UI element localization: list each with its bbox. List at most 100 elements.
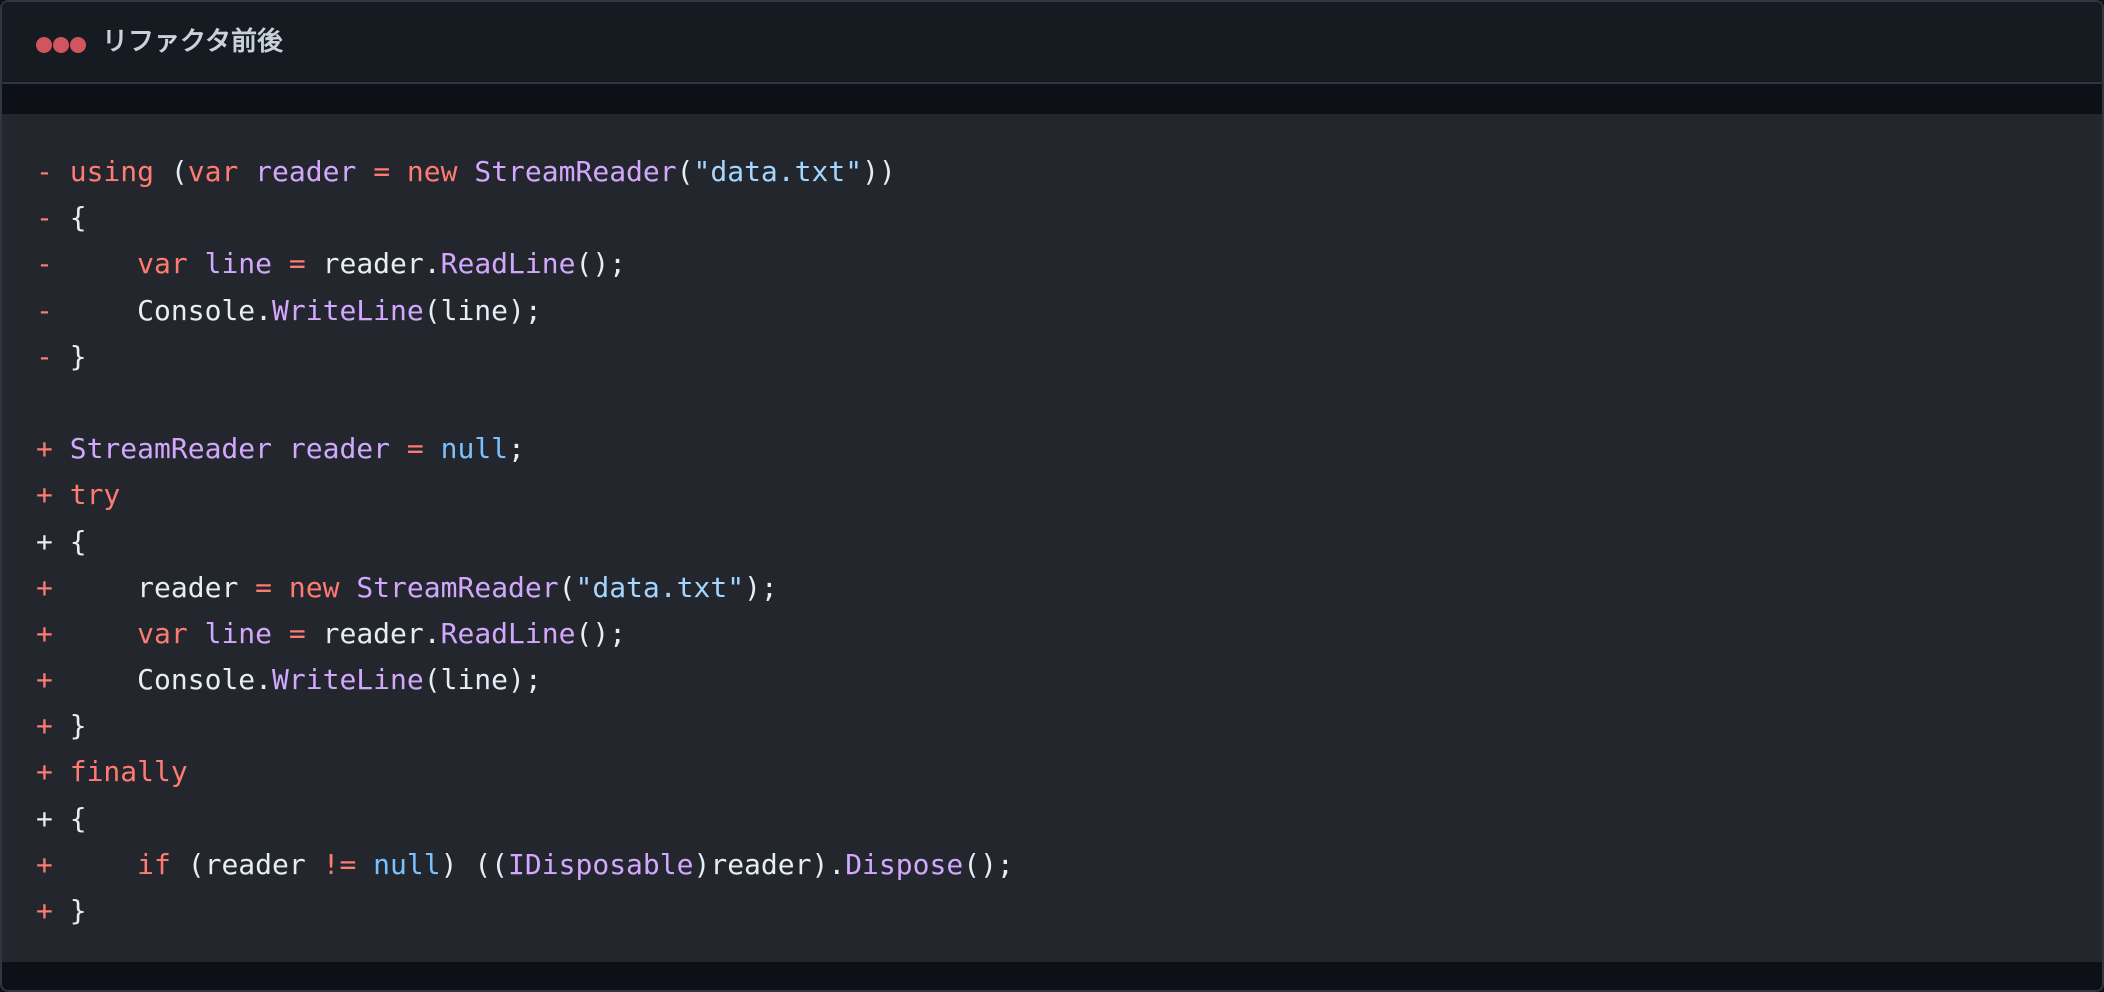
code-token-plain: reader — [137, 570, 256, 604]
code-token-keyword: using — [69, 155, 155, 188]
code-token-plain: } — [69, 339, 87, 373]
code-token-plain: (line); — [423, 663, 542, 697]
code-token-keyword: = — [288, 247, 306, 281]
code-token-plain: (); — [575, 247, 627, 281]
code-token-null: null — [373, 847, 441, 881]
code-token-plain: ( — [558, 570, 576, 604]
code-line: + try — [36, 472, 1014, 518]
code-line: + finally — [36, 749, 1014, 795]
code-line: + Console.WriteLine(line); — [36, 657, 1014, 703]
code-panel: - using (var reader = new StreamReader("… — [2, 114, 2102, 962]
code-token-marker: + — [36, 847, 138, 881]
window-controls — [36, 37, 88, 53]
code-line: - } — [36, 334, 1014, 380]
code-token-marker: - — [36, 201, 70, 235]
maximize-dot-icon[interactable] — [70, 37, 86, 53]
code-token-marker: - — [36, 293, 138, 327]
code-token-plain: reader. — [305, 616, 441, 650]
code-token-plain: ); — [744, 570, 778, 604]
titlebar-separator-strip — [2, 84, 2102, 114]
code-token-marker: + — [36, 755, 70, 789]
code-token-keyword: = — [255, 570, 273, 604]
code-token-null: null — [440, 432, 509, 466]
code-token-marker: - — [36, 339, 70, 373]
code-line: + reader = new StreamReader("data.txt"); — [36, 565, 1014, 611]
minimize-dot-icon[interactable] — [53, 37, 69, 53]
code-token-plain: ( — [676, 155, 694, 188]
code-diff-block: - using (var reader = new StreamReader("… — [36, 149, 1014, 934]
code-token-marker: + — [36, 432, 70, 466]
code-token-plain: ) (( — [440, 847, 509, 881]
code-token-keyword: finally — [69, 755, 188, 789]
code-token-marker: + — [36, 570, 138, 604]
code-token-keyword: var — [187, 155, 239, 188]
code-token-keyword: != — [322, 847, 357, 881]
code-token-method: ReadLine — [440, 616, 576, 650]
code-token-string: "data.txt" — [693, 155, 863, 188]
code-token-plain: + { — [36, 524, 87, 558]
window-title: リファクタ前後 — [102, 27, 283, 57]
window-titlebar: リファクタ前後 — [2, 2, 2102, 84]
code-token-type: StreamReader — [474, 155, 677, 188]
code-token-plain: ; — [508, 432, 525, 466]
code-token-marker: - — [36, 247, 138, 281]
code-token-plain: (reader — [170, 847, 323, 881]
code-line: - { — [36, 195, 1014, 241]
code-token-type: reader — [288, 432, 391, 466]
code-token-keyword: = — [406, 432, 424, 466]
code-token-keyword: var — [137, 247, 188, 281]
code-token-plain: { — [69, 201, 87, 235]
code-token-keyword: new — [288, 570, 340, 604]
code-token-keyword: try — [69, 478, 121, 512]
code-token-type: StreamReader — [356, 570, 559, 604]
close-dot-icon[interactable] — [36, 37, 52, 53]
code-token-plain: )) — [862, 155, 896, 188]
code-token-plain: Console. — [137, 663, 273, 697]
code-token-type: line — [204, 616, 273, 650]
code-token-marker: + — [36, 616, 138, 650]
code-token-plain: + { — [36, 801, 87, 835]
code-token-plain: } — [69, 709, 87, 743]
code-line: + } — [36, 703, 1014, 749]
code-line: + var line = reader.ReadLine(); — [36, 611, 1014, 657]
code-line: - using (var reader = new StreamReader("… — [36, 149, 1014, 195]
code-token-method: WriteLine — [272, 293, 424, 327]
code-token-marker: - — [36, 155, 70, 188]
code-line: + { — [36, 519, 1014, 565]
code-line: + { — [36, 796, 1014, 842]
code-line: - Console.WriteLine(line); — [36, 288, 1014, 334]
code-token-plain: (); — [575, 616, 627, 650]
code-token-string: "data.txt" — [575, 570, 745, 604]
code-token-plain: (); — [963, 847, 1014, 881]
code-token-method: Dispose — [845, 847, 964, 881]
code-token-marker: + — [36, 478, 70, 512]
code-line: + if (reader != null) ((IDisposable)read… — [36, 842, 1014, 888]
code-token-marker: + — [36, 663, 138, 697]
code-token-marker: + — [36, 894, 70, 927]
code-token-keyword: if — [137, 847, 171, 881]
code-token-type: StreamReader — [69, 432, 273, 466]
code-token-keyword: var — [137, 616, 188, 650]
code-token-type: reader — [255, 155, 357, 188]
code-token-plain: (line); — [423, 293, 542, 327]
code-token-keyword: = — [373, 155, 391, 188]
code-token-plain: } — [69, 894, 87, 927]
code-token-plain: ( — [154, 155, 188, 188]
code-token-type: line — [204, 247, 273, 281]
code-token-marker: + — [36, 709, 70, 743]
code-token-method: ReadLine — [440, 247, 576, 281]
